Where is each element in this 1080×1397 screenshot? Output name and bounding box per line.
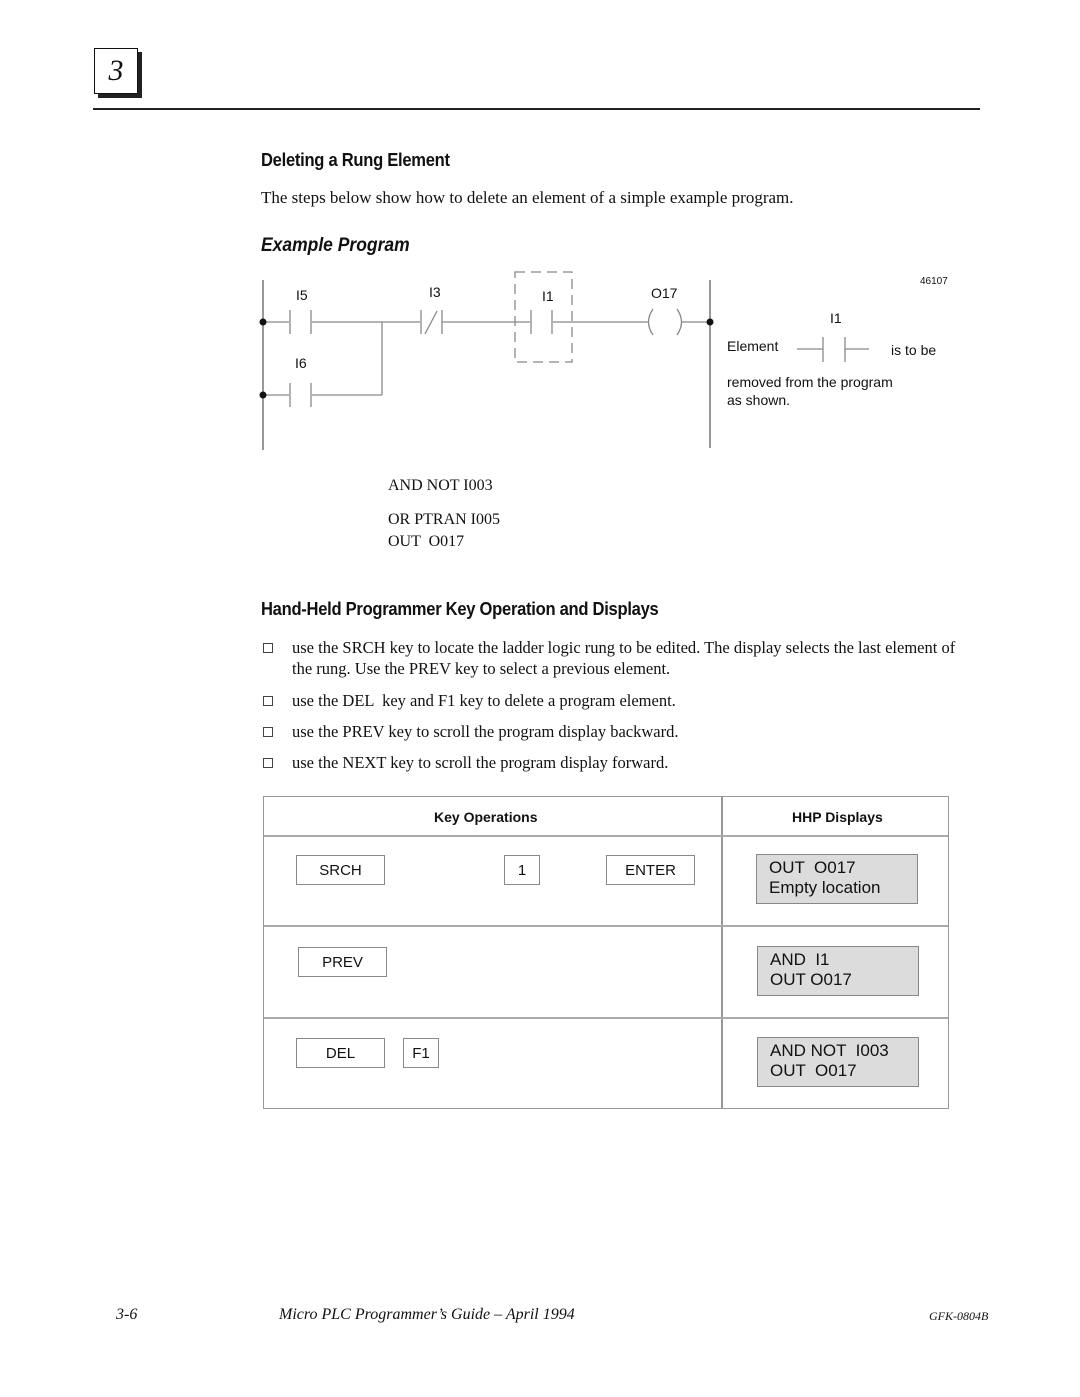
hhp-display: AND NOT I003 OUT O017 bbox=[757, 1037, 919, 1087]
note-prefix: Element bbox=[727, 338, 778, 354]
bullet-text: use the PREV key to scroll the program d… bbox=[292, 722, 679, 741]
key-1[interactable]: 1 bbox=[504, 855, 540, 885]
bullet-box-icon bbox=[263, 696, 273, 706]
note-line3: as shown. bbox=[727, 392, 790, 408]
header-divider bbox=[264, 835, 948, 837]
contact-i5: I5 bbox=[289, 287, 312, 334]
footer-page-number: 3-6 bbox=[116, 1306, 138, 1323]
bullet-text: use the NEXT key to scroll the program d… bbox=[292, 753, 669, 772]
bullet-item: use the PREV key to scroll the program d… bbox=[260, 721, 960, 742]
bullet-item: use the SRCH key to locate the ladder lo… bbox=[260, 637, 960, 679]
footer-document-title: Micro PLC Programmer’s Guide – April 199… bbox=[279, 1306, 575, 1323]
rung-wires bbox=[263, 321, 710, 396]
hhp-display: OUT O017 Empty location bbox=[756, 854, 918, 904]
key-del[interactable]: DEL bbox=[296, 1038, 385, 1068]
contact-label: I1 bbox=[542, 288, 554, 304]
note-line2: removed from the program bbox=[727, 374, 893, 390]
bullet-text: use the DEL key and F1 key to delete a p… bbox=[292, 691, 676, 710]
bullet-item: use the DEL key and F1 key to delete a p… bbox=[260, 690, 960, 711]
bullet-item: use the NEXT key to scroll the program d… bbox=[260, 752, 960, 773]
statement-line: OR PTRAN I005 bbox=[388, 511, 501, 528]
key-srch[interactable]: SRCH bbox=[296, 855, 385, 885]
contact-label: I5 bbox=[296, 287, 308, 303]
note-element-label: I1 bbox=[830, 310, 842, 326]
ladder-diagram: I5 I6 I3 I1 O17 46107 Element I1 is to b… bbox=[259, 271, 948, 450]
coil-label: O17 bbox=[651, 285, 678, 301]
hhp-display: AND I1 OUT O017 bbox=[757, 946, 919, 996]
statement-line: AND NOT I003 bbox=[388, 477, 493, 494]
bullet-text: use the SRCH key to locate the ladder lo… bbox=[292, 638, 956, 678]
key-enter[interactable]: ENTER bbox=[606, 855, 695, 885]
key-prev[interactable]: PREV bbox=[298, 947, 387, 977]
key-f1[interactable]: F1 bbox=[403, 1038, 439, 1068]
rail-junction-dot bbox=[259, 318, 267, 326]
deletion-note: Element I1 is to be removed from the pro… bbox=[727, 310, 936, 408]
coil-o17: O17 bbox=[647, 285, 683, 336]
column-divider bbox=[721, 797, 723, 1108]
statement-line: OUT O017 bbox=[388, 533, 465, 550]
rail-junction-dot bbox=[706, 318, 714, 326]
rail-junction-dot bbox=[259, 391, 267, 399]
contact-i6: I6 bbox=[289, 355, 312, 407]
bullet-box-icon bbox=[263, 727, 273, 737]
column-header-key-operations: Key Operations bbox=[434, 809, 538, 825]
contact-i1-highlighted: I1 bbox=[514, 271, 573, 363]
column-header-hhp-displays: HHP Displays bbox=[792, 809, 883, 825]
row-divider bbox=[264, 925, 948, 927]
figure-id: 46107 bbox=[920, 276, 948, 287]
contact-label: I3 bbox=[429, 284, 441, 300]
key-operations-table: Key Operations HHP Displays SRCH 1 ENTER… bbox=[263, 796, 949, 1109]
footer-document-id: GFK-0804B bbox=[929, 1309, 989, 1323]
bullet-box-icon bbox=[263, 758, 273, 768]
note-suffix: is to be bbox=[891, 342, 936, 358]
contact-label: I6 bbox=[295, 355, 307, 371]
row-divider bbox=[264, 1017, 948, 1019]
bullet-box-icon bbox=[263, 643, 273, 653]
contact-i3-normally-closed: I3 bbox=[420, 284, 443, 335]
section-title-hhp-key-operation: Hand-Held Programmer Key Operation and D… bbox=[261, 599, 659, 619]
highlight-dashed-box bbox=[514, 271, 573, 363]
